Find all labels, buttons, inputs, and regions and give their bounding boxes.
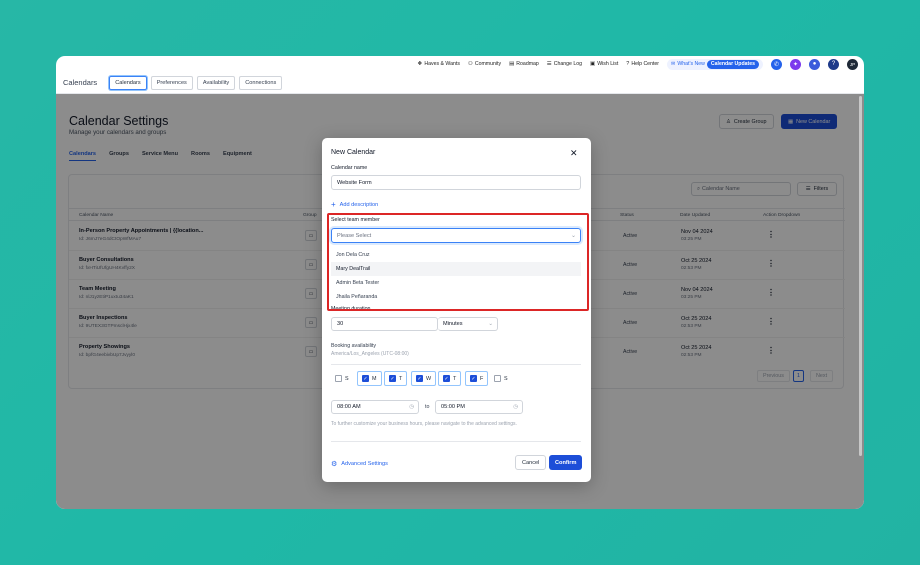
dropdown-option[interactable]: Jon Dela Cruz (331, 248, 581, 262)
duration-unit-select[interactable]: Minutes ⌄ (438, 317, 498, 331)
cancel-button[interactable]: Cancel (515, 455, 547, 470)
plus-icon: + (331, 200, 336, 209)
phone-icon[interactable]: ✆ (771, 58, 782, 70)
day-toggle-friday[interactable]: ✓ F (465, 371, 489, 386)
haves-wants-link[interactable]: ❖ Haves & Wants (417, 61, 460, 67)
sub-navigation: Calendars Calendars Preferences Availabi… (56, 72, 864, 94)
add-description-button[interactable]: + Add description (331, 200, 378, 209)
checkbox[interactable] (335, 375, 342, 382)
help-center-link[interactable]: ? Help Center (626, 61, 659, 67)
bell-icon[interactable]: ● (809, 58, 820, 70)
roadmap-icon: ▤ (509, 61, 515, 67)
roadmap-link[interactable]: ▤ Roadmap (509, 61, 539, 67)
wish-list-link[interactable]: ▣ Wish List (590, 61, 618, 67)
divider (331, 441, 581, 442)
day-toggle-wednesday[interactable]: ✓ W (411, 371, 437, 386)
whats-new-button[interactable]: ✉ What's New Calendar Updates (667, 58, 763, 70)
tab-connections[interactable]: Connections (239, 75, 283, 90)
megaphone-icon: ✉ (671, 61, 676, 67)
community-icon: ⚇ (467, 61, 473, 67)
chevron-down-icon: ⌄ (488, 321, 493, 327)
close-icon[interactable]: ✕ (570, 148, 578, 159)
day-toggle-thursday[interactable]: ✓ T (438, 371, 462, 386)
to-label: to (425, 404, 430, 410)
dropdown-option[interactable]: Jhaila Peñaranda (331, 290, 581, 304)
community-link[interactable]: ⚇ Community (468, 61, 501, 67)
divider (331, 364, 581, 365)
tab-calendars[interactable]: Calendars (109, 75, 147, 90)
team-member-label: Select team member (331, 217, 380, 223)
check-icon[interactable]: ✓ (443, 375, 450, 382)
help-icon[interactable]: ? (828, 58, 839, 70)
tab-preferences[interactable]: Preferences (150, 75, 193, 90)
duration-input[interactable]: 30 (331, 317, 438, 331)
check-icon[interactable]: ✓ (470, 375, 477, 382)
day-toggle-sunday[interactable]: S (331, 371, 353, 386)
megaphone-icon[interactable]: ✦ (790, 58, 801, 70)
checkbox[interactable] (494, 375, 501, 382)
top-bar: ❖ Haves & Wants ⚇ Community ▤ Roadmap ☰ Chan… (56, 56, 864, 72)
check-icon[interactable]: ✓ (362, 375, 369, 382)
calendar-name-label: Calendar name (331, 165, 368, 171)
clock-icon: ◷ (513, 404, 518, 410)
check-icon[interactable]: ✓ (389, 375, 396, 382)
avatar[interactable]: JP (847, 58, 858, 70)
team-member-dropdown: Jon Dela Cruz Mary DealTrail Admin Beta … (331, 246, 581, 306)
booking-availability-label: Booking availability (331, 343, 377, 349)
confirm-button[interactable]: Confirm (549, 455, 583, 470)
app-title: Calendars (63, 78, 98, 87)
hint-text: To further customize your business hours… (331, 421, 517, 427)
tab-availability[interactable]: Availability (196, 75, 236, 90)
day-toggle-saturday[interactable]: S (490, 371, 512, 386)
calendar-name-input[interactable]: Website Form (331, 175, 581, 190)
wishlist-icon: ▣ (590, 61, 596, 67)
team-member-select[interactable]: Please Select ⌄ (331, 228, 581, 243)
dropdown-option[interactable]: Mary DealTrail (331, 262, 581, 276)
change-log-link[interactable]: ☰ Change Log (547, 61, 582, 67)
gear-icon: ⚙ (331, 461, 338, 468)
day-toggle-monday[interactable]: ✓ M (357, 371, 382, 386)
day-toggle-tuesday[interactable]: ✓ T (384, 371, 408, 386)
chevron-down-icon: ⌄ (570, 233, 576, 239)
scrollbar[interactable] (859, 96, 862, 456)
new-calendar-modal: New Calendar ✕ Calendar name Website For… (322, 138, 591, 482)
handshake-icon: ❖ (417, 61, 423, 67)
modal-title: New Calendar (331, 149, 376, 156)
help-icon: ? (626, 61, 630, 67)
calendar-updates-badge[interactable]: Calendar Updates (706, 59, 759, 69)
dropdown-option[interactable]: Admin Beta Tester (331, 276, 581, 290)
start-time-input[interactable]: 08:00 AM ◷ (331, 400, 419, 414)
check-icon[interactable]: ✓ (416, 375, 423, 382)
end-time-input[interactable]: 05:00 PM ◷ (435, 400, 523, 414)
clock-icon: ◷ (409, 404, 414, 410)
changelog-icon: ☰ (546, 61, 552, 67)
timezone-text: America/Los_Angeles (UTC-08:00) (331, 351, 409, 357)
advanced-settings-button[interactable]: ⚙ Advanced Settings (331, 460, 388, 468)
